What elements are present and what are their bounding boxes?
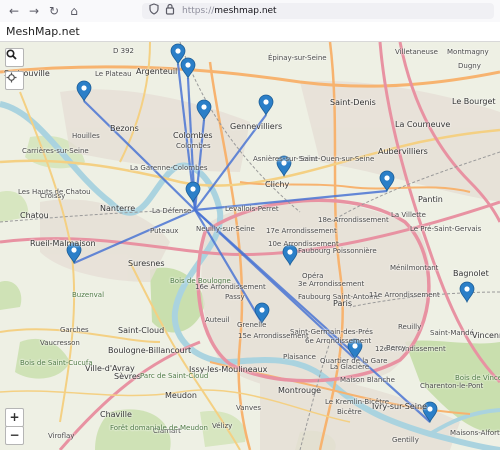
map-place-label: La Garenne-Colombes (130, 164, 208, 172)
map-place-label: Suresnes (128, 259, 165, 268)
reload-icon[interactable]: ↻ (46, 3, 62, 19)
map-place-label: Meudon (165, 391, 197, 400)
zoom-out-button[interactable]: − (5, 426, 24, 445)
map-place-label: Sèvres (114, 372, 141, 381)
map-place-label: Opéra (302, 272, 324, 280)
map-place-label: Charenton-le-Pont (420, 382, 484, 390)
map-place-label: Montmagny (447, 48, 489, 56)
map-place-label: D 392 (113, 47, 134, 55)
map-place-label: Nanterre (100, 204, 136, 213)
map-place-label: Puteaux (150, 227, 179, 235)
locate-icon (6, 72, 17, 83)
map-place-label: Garches (60, 326, 89, 334)
map-place-label: 15e Arrondissement (238, 332, 309, 340)
url-protocol: https:// (182, 6, 215, 16)
map-place-label: Le Pré-Saint-Gervais (410, 225, 482, 233)
map-place-label: Aubervilliers (378, 147, 428, 156)
shield-icon[interactable] (146, 3, 162, 19)
arrow-left-icon[interactable]: ← (6, 3, 22, 19)
map-place-label: Argenteuil (136, 67, 178, 76)
map-place-label: Gennevilliers (230, 122, 283, 131)
map-place-label: Vanves (236, 404, 262, 412)
map-place-label: 17e Arrondissement (266, 227, 337, 235)
map-place-label: 18e Arrondissement (318, 216, 389, 224)
map-place-label: La Glacière (330, 363, 370, 371)
map-place-label: Bezons (110, 124, 139, 133)
map-place-label: La Courneuve (395, 120, 451, 129)
map-place-label: 16e Arrondissement (195, 283, 266, 291)
map-place-label: Montrouge (278, 386, 322, 395)
map-canvas[interactable]: D 392 Sartrouville Le Plateau Argenteuil Épi… (0, 42, 500, 450)
page-title: MeshMap.net (6, 25, 80, 38)
map-place-label: Saint-Denis (330, 98, 376, 107)
zoom-in-button[interactable]: + (5, 408, 24, 427)
map-place-label: Buzenval (72, 291, 105, 299)
map-place-label: Viroflay (48, 432, 75, 440)
map-place-label: Ivry-sur-Seine (372, 402, 427, 411)
map-place-label: Villetaneuse (395, 48, 438, 56)
map-place-label: Bercy (386, 344, 406, 352)
map-place-label: Clichy (265, 180, 290, 189)
map-place-label: Paris (333, 299, 353, 308)
map-place-label: Bicêtre (337, 408, 362, 416)
map-place-label: Vincennes (472, 331, 500, 340)
map-place-label: Carrières-sur-Seine (22, 147, 89, 155)
node-pin-icon[interactable] (459, 281, 475, 304)
map-place-label: Colombes (176, 142, 211, 150)
map-place-label: Vaucresson (40, 339, 80, 347)
map-place-label: Vélizy (212, 422, 233, 430)
map-place-label: Parc de Saint-Cloud (140, 372, 209, 380)
map-place-label: Gentilly (392, 436, 419, 444)
url-text: https://meshmap.net (182, 3, 277, 19)
map-place-label: Pantin (418, 195, 443, 204)
map-place-label: Bois de Saint-Cucufa (20, 359, 93, 367)
node-pin-icon[interactable] (258, 94, 274, 117)
map-place-label: 3e Arrondissement (298, 280, 365, 288)
app-header: MeshMap.net (0, 22, 500, 42)
map-place-label: Croissy (40, 192, 66, 200)
map-place-label: Colombes (173, 131, 213, 140)
lock-icon[interactable] (162, 3, 178, 19)
map-place-label: Le Bourget (452, 97, 496, 106)
locate-button[interactable] (5, 71, 24, 90)
map-place-label: Saint-Cloud (118, 326, 165, 335)
map-place-label: Ménilmontant (390, 264, 439, 272)
browser-toolbar: ← → ↻ ⌂ https://meshmap.net (0, 0, 500, 23)
map-place-label: Épinay-sur-Seine (268, 54, 327, 62)
map-place-label: Le Plateau (95, 70, 132, 78)
map-place-label: La Défense (152, 207, 192, 215)
map-place-label: Auteuil (205, 316, 230, 324)
url-bar[interactable]: https://meshmap.net (142, 3, 494, 19)
search-icon (6, 49, 17, 60)
arrow-right-icon[interactable]: → (26, 3, 42, 19)
node-pin-icon[interactable] (185, 181, 201, 204)
url-host: meshmap.net (214, 6, 277, 16)
map-place-label: Grenelle (237, 321, 267, 329)
map-place-label: Houilles (72, 132, 100, 140)
map-place-label: Saint-Mandé (430, 329, 474, 337)
map-place-label: Forêt domaniale de Meudon (110, 424, 208, 432)
map-place-label: Chaville (100, 410, 132, 419)
map-place-label: 11e Arrondissement (369, 291, 440, 299)
map-place-label: Faubourg Poissonnière (298, 247, 377, 255)
map-place-label: Bagnolet (453, 269, 489, 278)
map-place-label: La Villette (391, 211, 426, 219)
map-place-label: Saint-Ouen-sur-Seine (300, 155, 375, 163)
map-place-label: Maison Blanche (340, 376, 395, 384)
map-place-label: Plaisance (283, 353, 316, 361)
map-place-label: Bois de Vincennes (455, 374, 500, 382)
map-place-label: 6e Arrondissement (305, 337, 372, 345)
home-icon[interactable]: ⌂ (66, 3, 82, 19)
map-place-label: Chatou (20, 211, 49, 220)
search-button[interactable] (5, 48, 24, 67)
map-place-label: Maisons-Alfort (450, 429, 500, 437)
map-place-label: Boulogne-Billancourt (108, 346, 192, 355)
map-place-label: Rueil-Malmaison (30, 239, 96, 248)
map-place-label: Reuilly (398, 323, 422, 331)
map-place-label: Passy (225, 293, 245, 301)
map-place-label: Dugny (458, 62, 481, 70)
map-place-label: Neuilly-sur-Seine (196, 225, 255, 233)
map-place-label: Levallois-Perret (225, 205, 279, 213)
